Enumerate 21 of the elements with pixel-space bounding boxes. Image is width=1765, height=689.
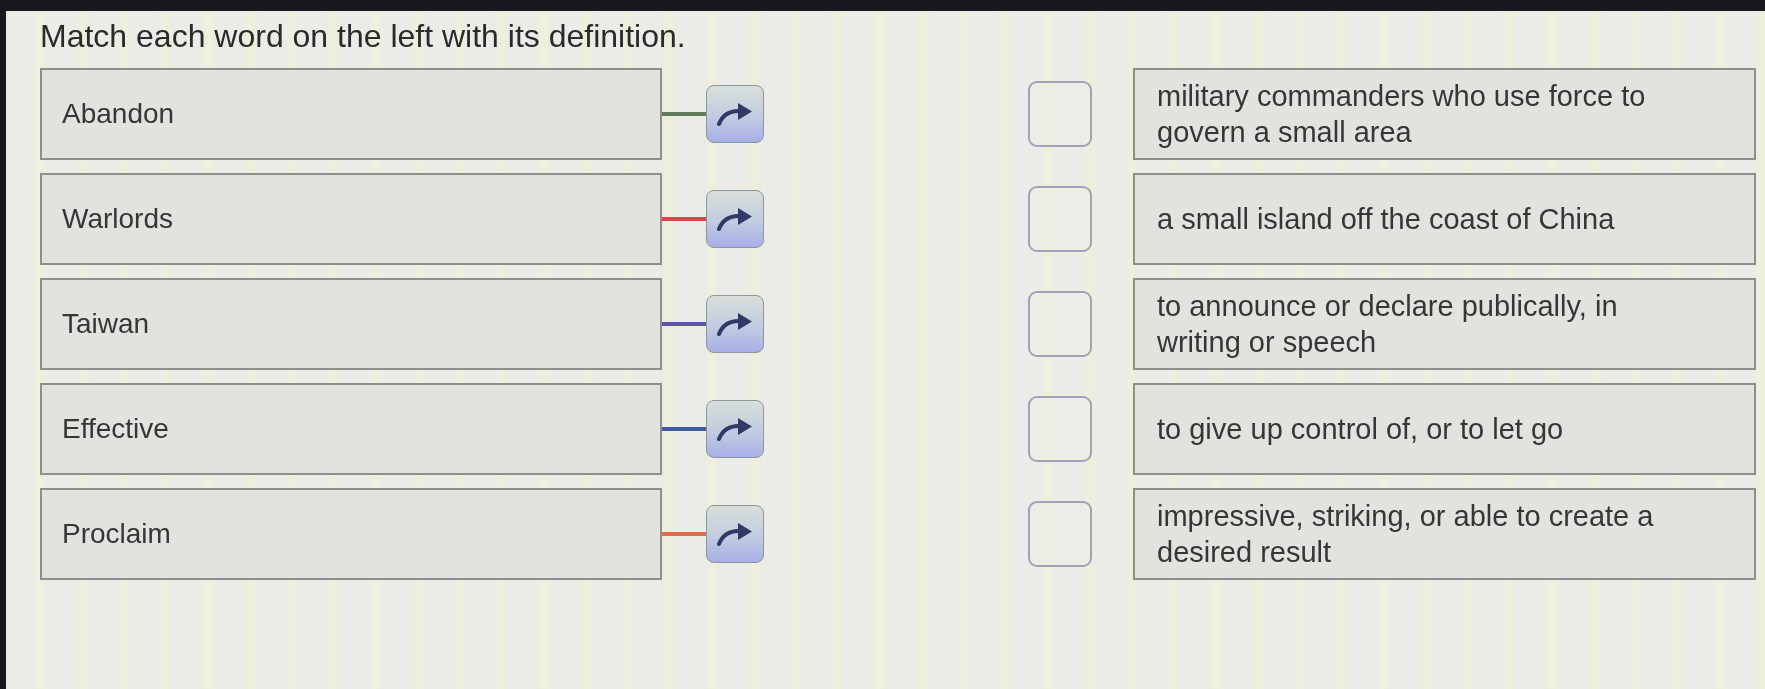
definition-card: impressive, striking, or able to create a desired result [1133, 488, 1756, 580]
definition-card: military commanders who use force to govern a small area [1133, 68, 1756, 160]
instruction-text: Match each word on the left with its definition. [40, 18, 686, 54]
curved-arrow-icon [717, 312, 753, 336]
definition-card: to give up control of, or to let go [1133, 383, 1756, 475]
word-card: Taiwan [40, 278, 662, 370]
word-card: Proclaim [40, 488, 662, 580]
curved-arrow-icon [717, 102, 753, 126]
curved-arrow-icon [717, 207, 753, 231]
arrow-button[interactable] [706, 190, 764, 248]
word-card: Effective [40, 383, 662, 475]
word-card: Warlords [40, 173, 662, 265]
definition-card: to announce or declare publically, in writing or speech [1133, 278, 1756, 370]
word-card: Abandon [40, 68, 662, 160]
arrow-button[interactable] [706, 400, 764, 458]
arrow-button[interactable] [706, 505, 764, 563]
curved-arrow-icon [717, 417, 753, 441]
arrow-button[interactable] [706, 85, 764, 143]
curved-arrow-icon [717, 522, 753, 546]
arrow-button[interactable] [706, 295, 764, 353]
definition-card: a small island off the coast of China [1133, 173, 1756, 265]
